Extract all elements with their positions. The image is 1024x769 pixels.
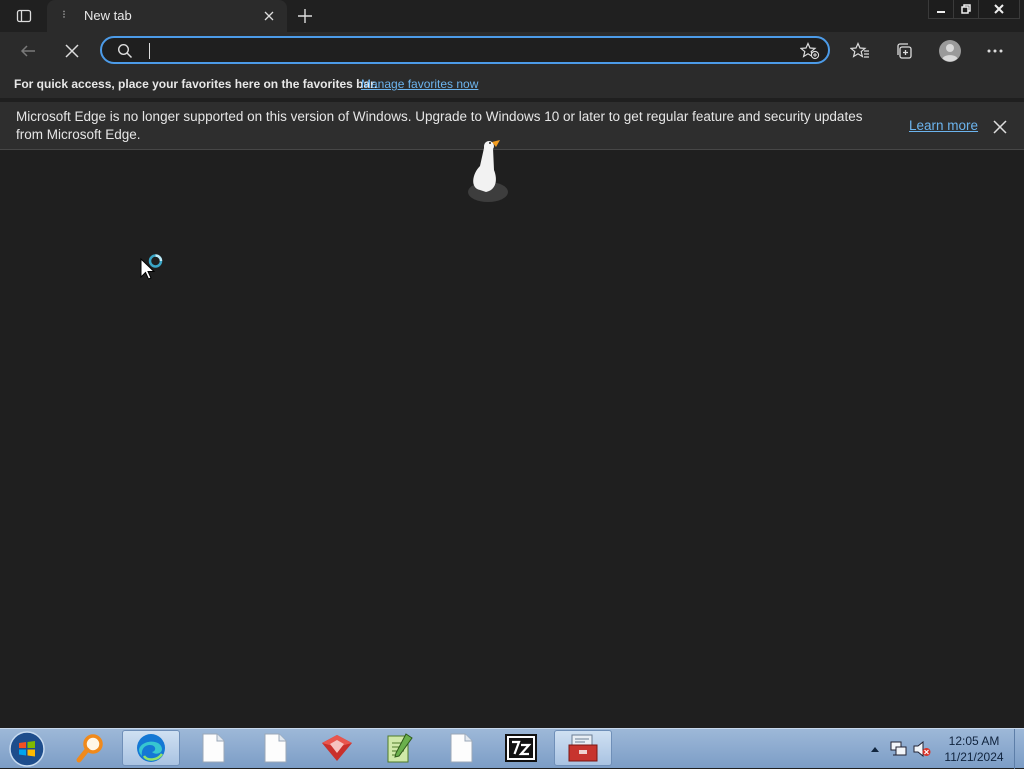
red-shield-app-icon bbox=[322, 735, 352, 761]
system-clock[interactable]: 12:05 AM 11/21/2024 bbox=[935, 733, 1013, 765]
address-bar[interactable] bbox=[100, 36, 830, 64]
unsupported-windows-infobar: Microsoft Edge is no longer supported on… bbox=[0, 102, 1024, 150]
restore-icon bbox=[961, 4, 971, 14]
profile-button[interactable] bbox=[935, 37, 965, 65]
minimize-button[interactable] bbox=[928, 0, 954, 19]
windows-start-orb-icon bbox=[9, 731, 45, 767]
navigation-toolbar bbox=[0, 32, 1024, 70]
tab-new-tab[interactable]: ⁝ New tab bbox=[47, 0, 287, 32]
windows-taskbar: 12:05 AM 11/21/2024 bbox=[0, 728, 1024, 769]
plus-icon bbox=[298, 9, 312, 23]
clock-time: 12:05 AM bbox=[948, 734, 1000, 748]
goose-sprite bbox=[468, 140, 508, 202]
magnifier-app-icon bbox=[76, 734, 103, 763]
settings-more-button[interactable] bbox=[980, 37, 1010, 65]
taskbar-file-3[interactable] bbox=[432, 730, 490, 766]
start-button[interactable] bbox=[6, 730, 48, 768]
taskbar-file-1[interactable] bbox=[184, 730, 242, 766]
address-input[interactable] bbox=[146, 41, 746, 61]
new-tab-button[interactable] bbox=[292, 4, 318, 28]
collections-icon bbox=[897, 43, 912, 59]
volume-tray-icon[interactable] bbox=[912, 729, 932, 769]
stop-icon bbox=[65, 44, 79, 58]
taskbar-edge[interactable] bbox=[122, 730, 180, 766]
more-icon bbox=[987, 49, 1003, 53]
text-caret bbox=[149, 43, 150, 59]
page-content bbox=[0, 140, 1024, 728]
taskbar-shield-app[interactable] bbox=[308, 730, 366, 766]
avatar-icon bbox=[939, 40, 961, 62]
taskbar-notepad-app[interactable] bbox=[370, 730, 428, 766]
notepad-plus-icon bbox=[387, 733, 413, 763]
edge-browser-icon bbox=[137, 734, 165, 762]
network-icon bbox=[890, 741, 907, 756]
back-button[interactable] bbox=[13, 37, 43, 65]
network-tray-icon[interactable] bbox=[888, 729, 908, 769]
favorites-button[interactable] bbox=[845, 37, 875, 65]
clock-date: 11/21/2024 bbox=[944, 750, 1004, 764]
chevron-up-icon bbox=[871, 747, 879, 752]
close-icon bbox=[994, 4, 1004, 14]
collections-button[interactable] bbox=[889, 37, 919, 65]
show-desktop-button[interactable] bbox=[1014, 729, 1024, 769]
taskbar-file-2[interactable] bbox=[246, 730, 304, 766]
blank-file-icon bbox=[450, 733, 473, 763]
tab-actions-icon bbox=[16, 9, 32, 23]
close-icon bbox=[264, 11, 274, 21]
add-favorite-icon[interactable] bbox=[800, 42, 820, 60]
tab-actions-button[interactable] bbox=[8, 4, 40, 28]
blank-file-icon bbox=[202, 733, 225, 763]
taskbar-search-app[interactable] bbox=[62, 730, 120, 766]
favorites-bar: For quick access, place your favorites h… bbox=[0, 70, 1024, 98]
close-icon bbox=[993, 120, 1007, 134]
mouse-pointer-busy-icon bbox=[140, 254, 163, 280]
taskbar-toolbox-app[interactable] bbox=[554, 730, 612, 766]
search-icon bbox=[117, 43, 133, 59]
back-arrow-icon bbox=[20, 45, 35, 57]
window-close-button[interactable] bbox=[978, 0, 1020, 19]
infobar-message: Microsoft Edge is no longer supported on… bbox=[16, 109, 863, 142]
manage-favorites-link[interactable]: Manage favorites now bbox=[361, 77, 478, 91]
tab-title: New tab bbox=[84, 8, 132, 23]
minimize-icon bbox=[937, 11, 945, 13]
toolbox-app-icon bbox=[568, 734, 598, 762]
show-hidden-icons-button[interactable] bbox=[868, 729, 882, 769]
favorites-bar-hint: For quick access, place your favorites h… bbox=[14, 77, 378, 91]
blank-file-icon bbox=[264, 733, 287, 763]
taskbar-7zip[interactable] bbox=[492, 730, 550, 766]
favorites-icon bbox=[850, 42, 869, 58]
7zip-icon bbox=[505, 734, 537, 762]
stop-loading-button[interactable] bbox=[57, 37, 87, 65]
learn-more-link[interactable]: Learn more bbox=[909, 118, 978, 133]
infobar-close-button[interactable] bbox=[990, 117, 1010, 137]
restore-button[interactable] bbox=[953, 0, 979, 19]
volume-muted-icon bbox=[913, 741, 931, 757]
title-bar: ⁝ New tab bbox=[0, 0, 1024, 32]
tab-favicon-icon: ⁝ bbox=[62, 9, 66, 21]
tab-close-button[interactable] bbox=[259, 6, 279, 26]
